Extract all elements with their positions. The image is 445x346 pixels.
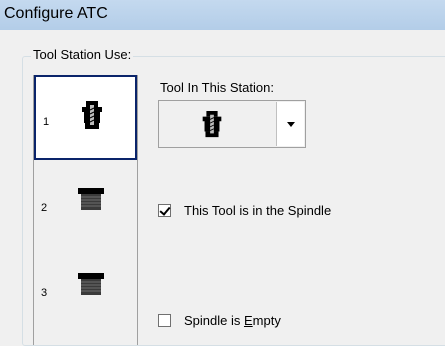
spindle-checkbox-row[interactable]: This Tool is in the Spindle <box>158 203 418 219</box>
groupbox-legend: Tool Station Use: <box>31 47 134 62</box>
empty-tool-holder-icon <box>78 188 104 210</box>
window-title: Configure ATC <box>4 5 108 22</box>
station-item-3[interactable]: 3 <box>34 245 137 330</box>
spindle-checkbox[interactable] <box>158 204 171 217</box>
tool-holder-with-tool-icon <box>202 111 222 138</box>
title-bar: Configure ATC <box>0 0 445 30</box>
chevron-down-icon <box>287 122 295 127</box>
tool-in-station-label: Tool In This Station: <box>160 80 274 95</box>
station-list[interactable]: 1 2 3 <box>33 75 138 345</box>
station-item-2[interactable]: 2 <box>34 160 137 245</box>
spindle-empty-checkbox-label: Spindle is Empty <box>184 313 281 328</box>
tool-holder-with-tool-icon <box>82 101 102 129</box>
station-number: 1 <box>43 116 50 128</box>
station-item-1[interactable]: 1 <box>34 75 137 160</box>
empty-tool-holder-icon <box>78 273 104 295</box>
spindle-empty-checkbox-row[interactable]: Spindle is Empty <box>158 313 358 329</box>
station-number: 2 <box>41 202 48 214</box>
spindle-empty-checkbox[interactable] <box>158 314 171 327</box>
dropdown-selected-value <box>159 101 274 147</box>
accelerator-key: E <box>243 313 253 328</box>
station-number: 3 <box>41 287 48 299</box>
dropdown-button[interactable] <box>276 102 304 146</box>
tool-in-station-dropdown[interactable] <box>158 100 306 148</box>
spindle-checkbox-label: This Tool is in the Spindle <box>184 203 332 218</box>
